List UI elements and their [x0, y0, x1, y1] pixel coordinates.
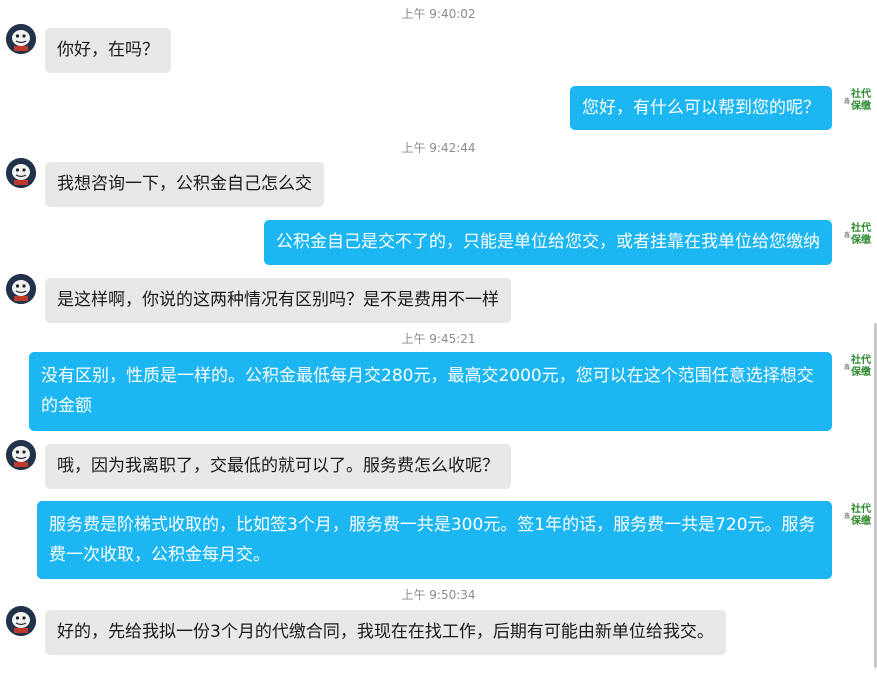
- outgoing-message: 没有区别，性质是一样的。公积金最低每月交280元，最高交2000元，您可以在这个…: [29, 352, 832, 431]
- svg-text:鑫: 鑫: [844, 512, 850, 520]
- contact-avatar[interactable]: [6, 158, 36, 188]
- contact-avatar[interactable]: [6, 440, 36, 470]
- svg-text:保缴: 保缴: [850, 514, 872, 527]
- svg-text:社代: 社代: [850, 353, 871, 366]
- company-logo-icon: 鑫社代 保缴: [844, 220, 874, 246]
- contact-avatar[interactable]: [6, 24, 36, 54]
- timestamp: 上午 9:50:34: [401, 588, 476, 602]
- svg-text:保缴: 保缴: [850, 99, 872, 112]
- timestamp: 上午 9:45:21: [401, 332, 476, 346]
- incoming-message: 好的，先给我拟一份3个月的代缴合同，我现在在找工作，后期有可能由新单位给我交。: [45, 610, 726, 655]
- incoming-message: 哦，因为我离职了，交最低的就可以了。服务费怎么收呢？: [45, 444, 511, 489]
- incoming-message: 我想咨询一下，公积金自己怎么交: [45, 162, 324, 207]
- svg-text:鑫: 鑫: [844, 363, 850, 371]
- timestamp: 上午 9:42:44: [401, 141, 476, 155]
- svg-text:保缴: 保缴: [850, 233, 872, 246]
- outgoing-message: 公积金自己是交不了的，只能是单位给您交，或者挂靠在我单位给您缴纳: [264, 220, 832, 265]
- incoming-message: 是这样啊，你说的这两种情况有区别吗？是不是费用不一样: [45, 278, 511, 323]
- contact-avatar[interactable]: [6, 274, 36, 304]
- timestamp: 上午 9:40:02: [401, 7, 476, 21]
- company-logo-icon: 鑫社代 保缴: [844, 501, 874, 527]
- contact-avatar[interactable]: [6, 606, 36, 636]
- company-logo-icon: 鑫社代 保缴: [844, 86, 874, 112]
- svg-text:社代: 社代: [850, 87, 871, 100]
- svg-text:社代: 社代: [850, 221, 871, 234]
- svg-text:保缴: 保缴: [850, 365, 872, 378]
- svg-text:鑫: 鑫: [844, 97, 850, 105]
- svg-text:社代: 社代: [850, 502, 871, 515]
- outgoing-message: 您好，有什么可以帮到您的呢？: [570, 86, 832, 130]
- incoming-message: 你好，在吗？: [45, 28, 171, 73]
- svg-text:鑫: 鑫: [844, 231, 850, 239]
- company-logo-icon: 鑫社代 保缴: [844, 352, 874, 378]
- outgoing-message: 服务费是阶梯式收取的，比如签3个月，服务费一共是300元。签1年的话，服务费一共…: [37, 501, 832, 579]
